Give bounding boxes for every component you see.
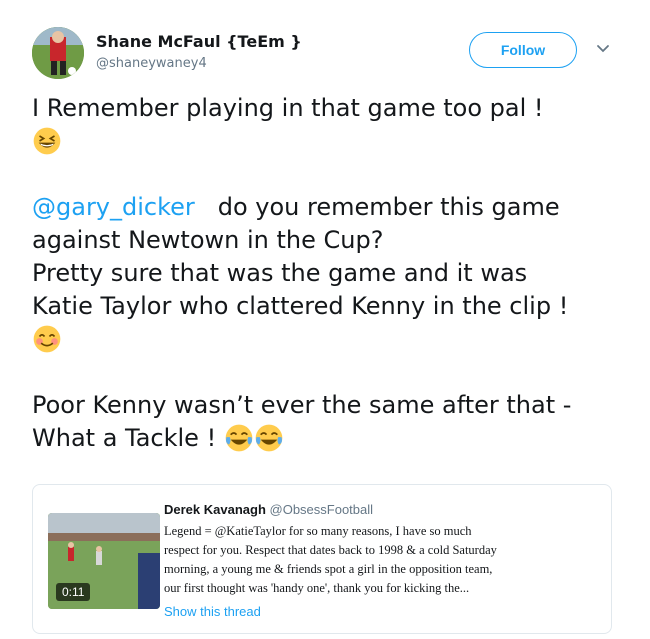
quoted-tweet-card[interactable]: 0:11 Derek Kavanagh @ObsessFootball Lege… [32,484,612,634]
quoted-tweet-text: Legend = @KatieTaylor for so many reason… [164,522,604,598]
tweet-line-part: do you remember this game [217,193,560,221]
tweet-line: against Newtown in the Cup? [32,226,384,254]
avatar-image [32,27,84,79]
chevron-down-icon[interactable] [596,44,610,54]
face-with-tears-of-joy-icon [225,424,253,452]
tweet-line: What a Tackle ! [32,422,632,455]
face-with-tears-of-joy-icon [255,424,283,452]
quoted-tweet-line: our first thought was 'handy one', thank… [164,581,470,595]
quoted-author-name[interactable]: Derek Kavanagh [164,502,266,517]
tweet-text: I Remember playing in that game too pal … [32,92,632,455]
tweet-line-part: What a Tackle ! [32,424,217,452]
tweet-line: Pretty sure that was the game and it was [32,259,528,287]
tweet-line: @gary_dicker do you remember this game [32,191,632,224]
quoted-tweet-line: Legend = @KatieTaylor for so many reason… [164,524,472,538]
grinning-squinting-face-icon [33,127,61,155]
follow-button[interactable]: Follow [469,32,577,68]
tweet-line: Katie Taylor who clattered Kenny in the … [32,292,569,320]
quoted-tweet-line: morning, a young me & friends spot a gir… [164,562,493,576]
quoted-tweet-header: Derek Kavanagh @ObsessFootball [164,502,373,517]
video-thumbnail[interactable]: 0:11 [48,513,160,609]
avatar[interactable] [32,27,84,79]
smiling-face-with-smiling-eyes-icon [33,325,61,353]
author-name[interactable]: Shane McFaul {TeEm } [96,32,302,51]
tweet-line: Poor Kenny wasn’t ever the same after th… [32,391,572,419]
mention-link[interactable]: @gary_dicker [32,193,195,221]
tweet-line: I Remember playing in that game too pal … [32,94,544,122]
quoted-author-handle[interactable]: @ObsessFootball [270,502,374,517]
tweet-line-emoji [32,125,632,158]
author-handle[interactable]: @shaneywaney4 [96,56,207,71]
show-thread-link[interactable]: Show this thread [164,604,261,619]
video-duration: 0:11 [56,583,91,601]
quoted-tweet-line: respect for you. Respect that dates back… [164,543,497,557]
tweet-line-emoji [32,323,632,356]
